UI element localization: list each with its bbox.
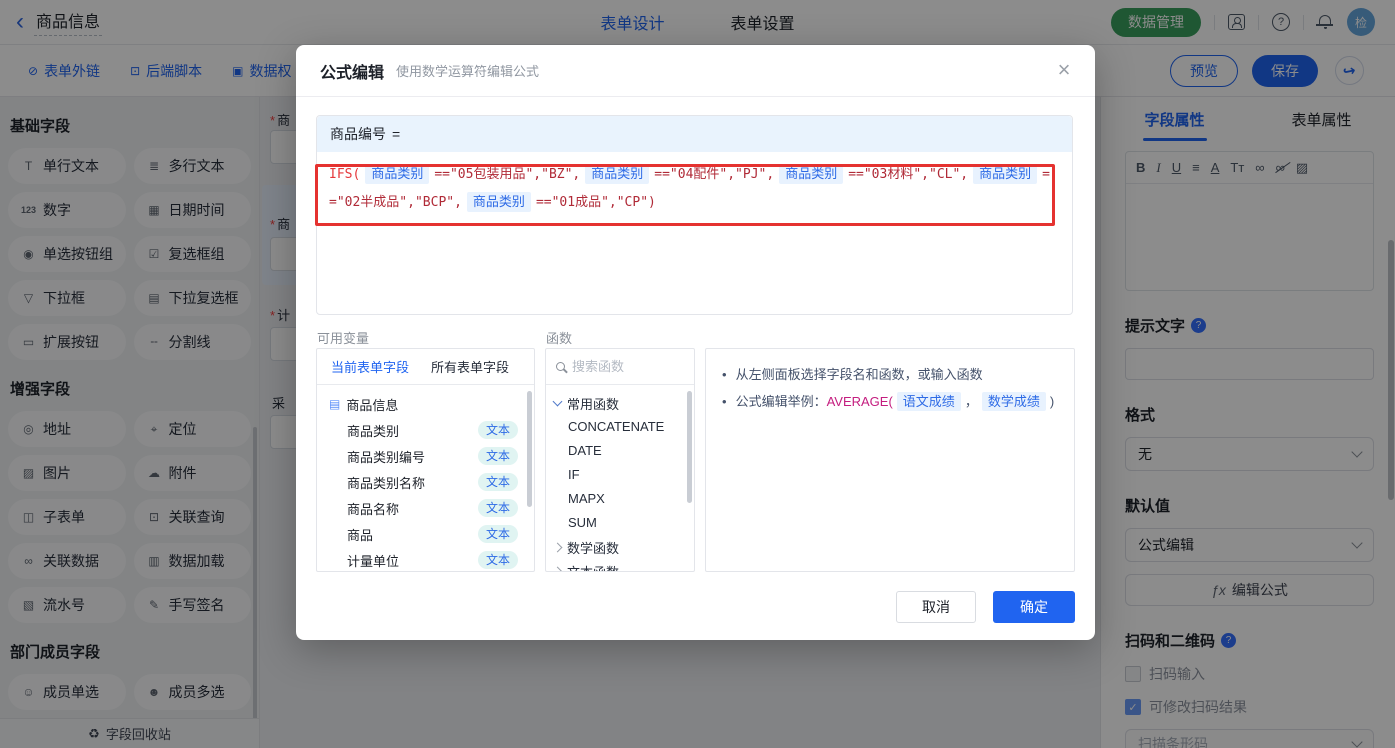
variables-label: 可用变量	[317, 328, 369, 347]
formula-token: =="04配件","PJ",	[654, 167, 774, 182]
tab-current-form-fields[interactable]: 当前表单字段	[331, 357, 409, 376]
variables-panel: 当前表单字段 所有表单字段 ▤ 商品信息 商品类别文本 商品类别编号文本 商品类…	[316, 348, 535, 572]
type-badge: 文本	[478, 421, 518, 439]
chevron-right-icon	[553, 566, 563, 572]
confirm-button[interactable]: 确定	[993, 591, 1075, 623]
example-field-chip: 数学成绩	[982, 392, 1046, 411]
group-label: 常用函数	[567, 394, 619, 413]
formula-token: =="03材料","CL",	[848, 167, 968, 182]
group-label: 数学函数	[567, 538, 619, 557]
variables-scrollbar[interactable]	[527, 391, 532, 507]
formula-target-bar: 商品编号 =	[317, 116, 1072, 152]
function-search-input[interactable]	[572, 359, 664, 374]
functions-scrollbar[interactable]	[687, 391, 692, 503]
type-badge: 文本	[478, 447, 518, 465]
field-chip: 商品类别	[779, 164, 843, 184]
function-search	[546, 349, 694, 385]
example-function: AVERAGE(	[827, 394, 893, 409]
chevron-right-icon	[553, 542, 563, 552]
bullet-icon: •	[722, 388, 727, 415]
function-group-math[interactable]: 数学函数	[546, 535, 694, 559]
modal-header: 公式编辑 使用数学运算符编辑公式	[296, 45, 1095, 97]
formula-content[interactable]: IFS( 商品类别 =="05包装用品","BZ", 商品类别 =="04配件","PJ…	[317, 152, 1072, 226]
function-group-text[interactable]: 文本函数	[546, 559, 694, 572]
tips-panel: • 从左侧面板选择字段名和函数，或输入函数 • 公式编辑举例：AVERAGE(语…	[705, 348, 1075, 572]
form-name: 商品信息	[346, 395, 398, 414]
formula-token: =="05包装用品","BZ",	[434, 167, 580, 182]
cancel-button[interactable]: 取消	[896, 591, 976, 623]
tree-root-form[interactable]: ▤ 商品信息	[317, 391, 534, 417]
formula-editor-modal: 公式编辑 使用数学运算符编辑公式 × 商品编号 = IFS( 商品类别 =="05包…	[296, 45, 1095, 640]
field-chip: 商品类别	[585, 164, 649, 184]
document-icon: ▤	[329, 397, 340, 411]
variables-tabs: 当前表单字段 所有表单字段	[317, 349, 534, 385]
formula-token: IFS(	[329, 167, 360, 182]
field-chip: 商品类别	[365, 164, 429, 184]
type-badge: 文本	[478, 525, 518, 543]
modal-title: 公式编辑	[320, 59, 384, 83]
modal-subtitle: 使用数学运算符编辑公式	[396, 61, 539, 80]
example-field-chip: 语文成绩	[897, 392, 961, 411]
variable-item[interactable]: 商品类别名称文本	[317, 469, 534, 495]
tab-all-form-fields[interactable]: 所有表单字段	[431, 357, 509, 376]
type-badge: 文本	[478, 473, 518, 491]
group-label: 文本函数	[567, 562, 619, 573]
variable-item[interactable]: 商品文本	[317, 521, 534, 547]
function-group-common[interactable]: 常用函数	[546, 391, 694, 415]
search-icon	[556, 362, 565, 371]
functions-panel: 常用函数 CONCATENATE DATE IF MAPX SUM 数学函数 文…	[545, 348, 695, 572]
close-icon[interactable]: ×	[1049, 56, 1079, 86]
function-item-date[interactable]: DATE	[546, 439, 694, 463]
functions-label: 函数	[546, 328, 572, 347]
formula-token: =="01成品","CP")	[536, 195, 656, 210]
formula-input-box[interactable]: 商品编号 = IFS( 商品类别 =="05包装用品","BZ", 商品类别 =="04…	[316, 115, 1073, 315]
tip-example: 公式编辑举例：AVERAGE(语文成绩，数学成绩)	[736, 388, 1055, 415]
variable-item[interactable]: 商品类别编号文本	[317, 443, 534, 469]
tip-line: • 从左侧面板选择字段名和函数，或输入函数	[722, 361, 1058, 388]
variable-item[interactable]: 计量单位文本	[317, 547, 534, 572]
type-badge: 文本	[478, 551, 518, 569]
tip-text: 从左侧面板选择字段名和函数，或输入函数	[736, 361, 983, 388]
function-item-sum[interactable]: SUM	[546, 511, 694, 535]
equals-sign: =	[392, 126, 400, 142]
target-field-name: 商品编号	[330, 124, 386, 144]
function-item-mapx[interactable]: MAPX	[546, 487, 694, 511]
functions-tree: 常用函数 CONCATENATE DATE IF MAPX SUM 数学函数 文…	[546, 385, 694, 572]
chevron-down-icon	[553, 396, 563, 406]
function-item-concatenate[interactable]: CONCATENATE	[546, 415, 694, 439]
field-chip: 商品类别	[973, 164, 1037, 184]
type-badge: 文本	[478, 499, 518, 517]
field-chip: 商品类别	[467, 192, 531, 212]
variable-item[interactable]: 商品名称文本	[317, 495, 534, 521]
function-item-if[interactable]: IF	[546, 463, 694, 487]
variables-tree: ▤ 商品信息 商品类别文本 商品类别编号文本 商品类别名称文本 商品名称文本 商…	[317, 385, 534, 572]
variable-item[interactable]: 商品类别文本	[317, 417, 534, 443]
bullet-icon: •	[722, 361, 727, 388]
tip-line-example: • 公式编辑举例：AVERAGE(语文成绩，数学成绩)	[722, 388, 1058, 415]
